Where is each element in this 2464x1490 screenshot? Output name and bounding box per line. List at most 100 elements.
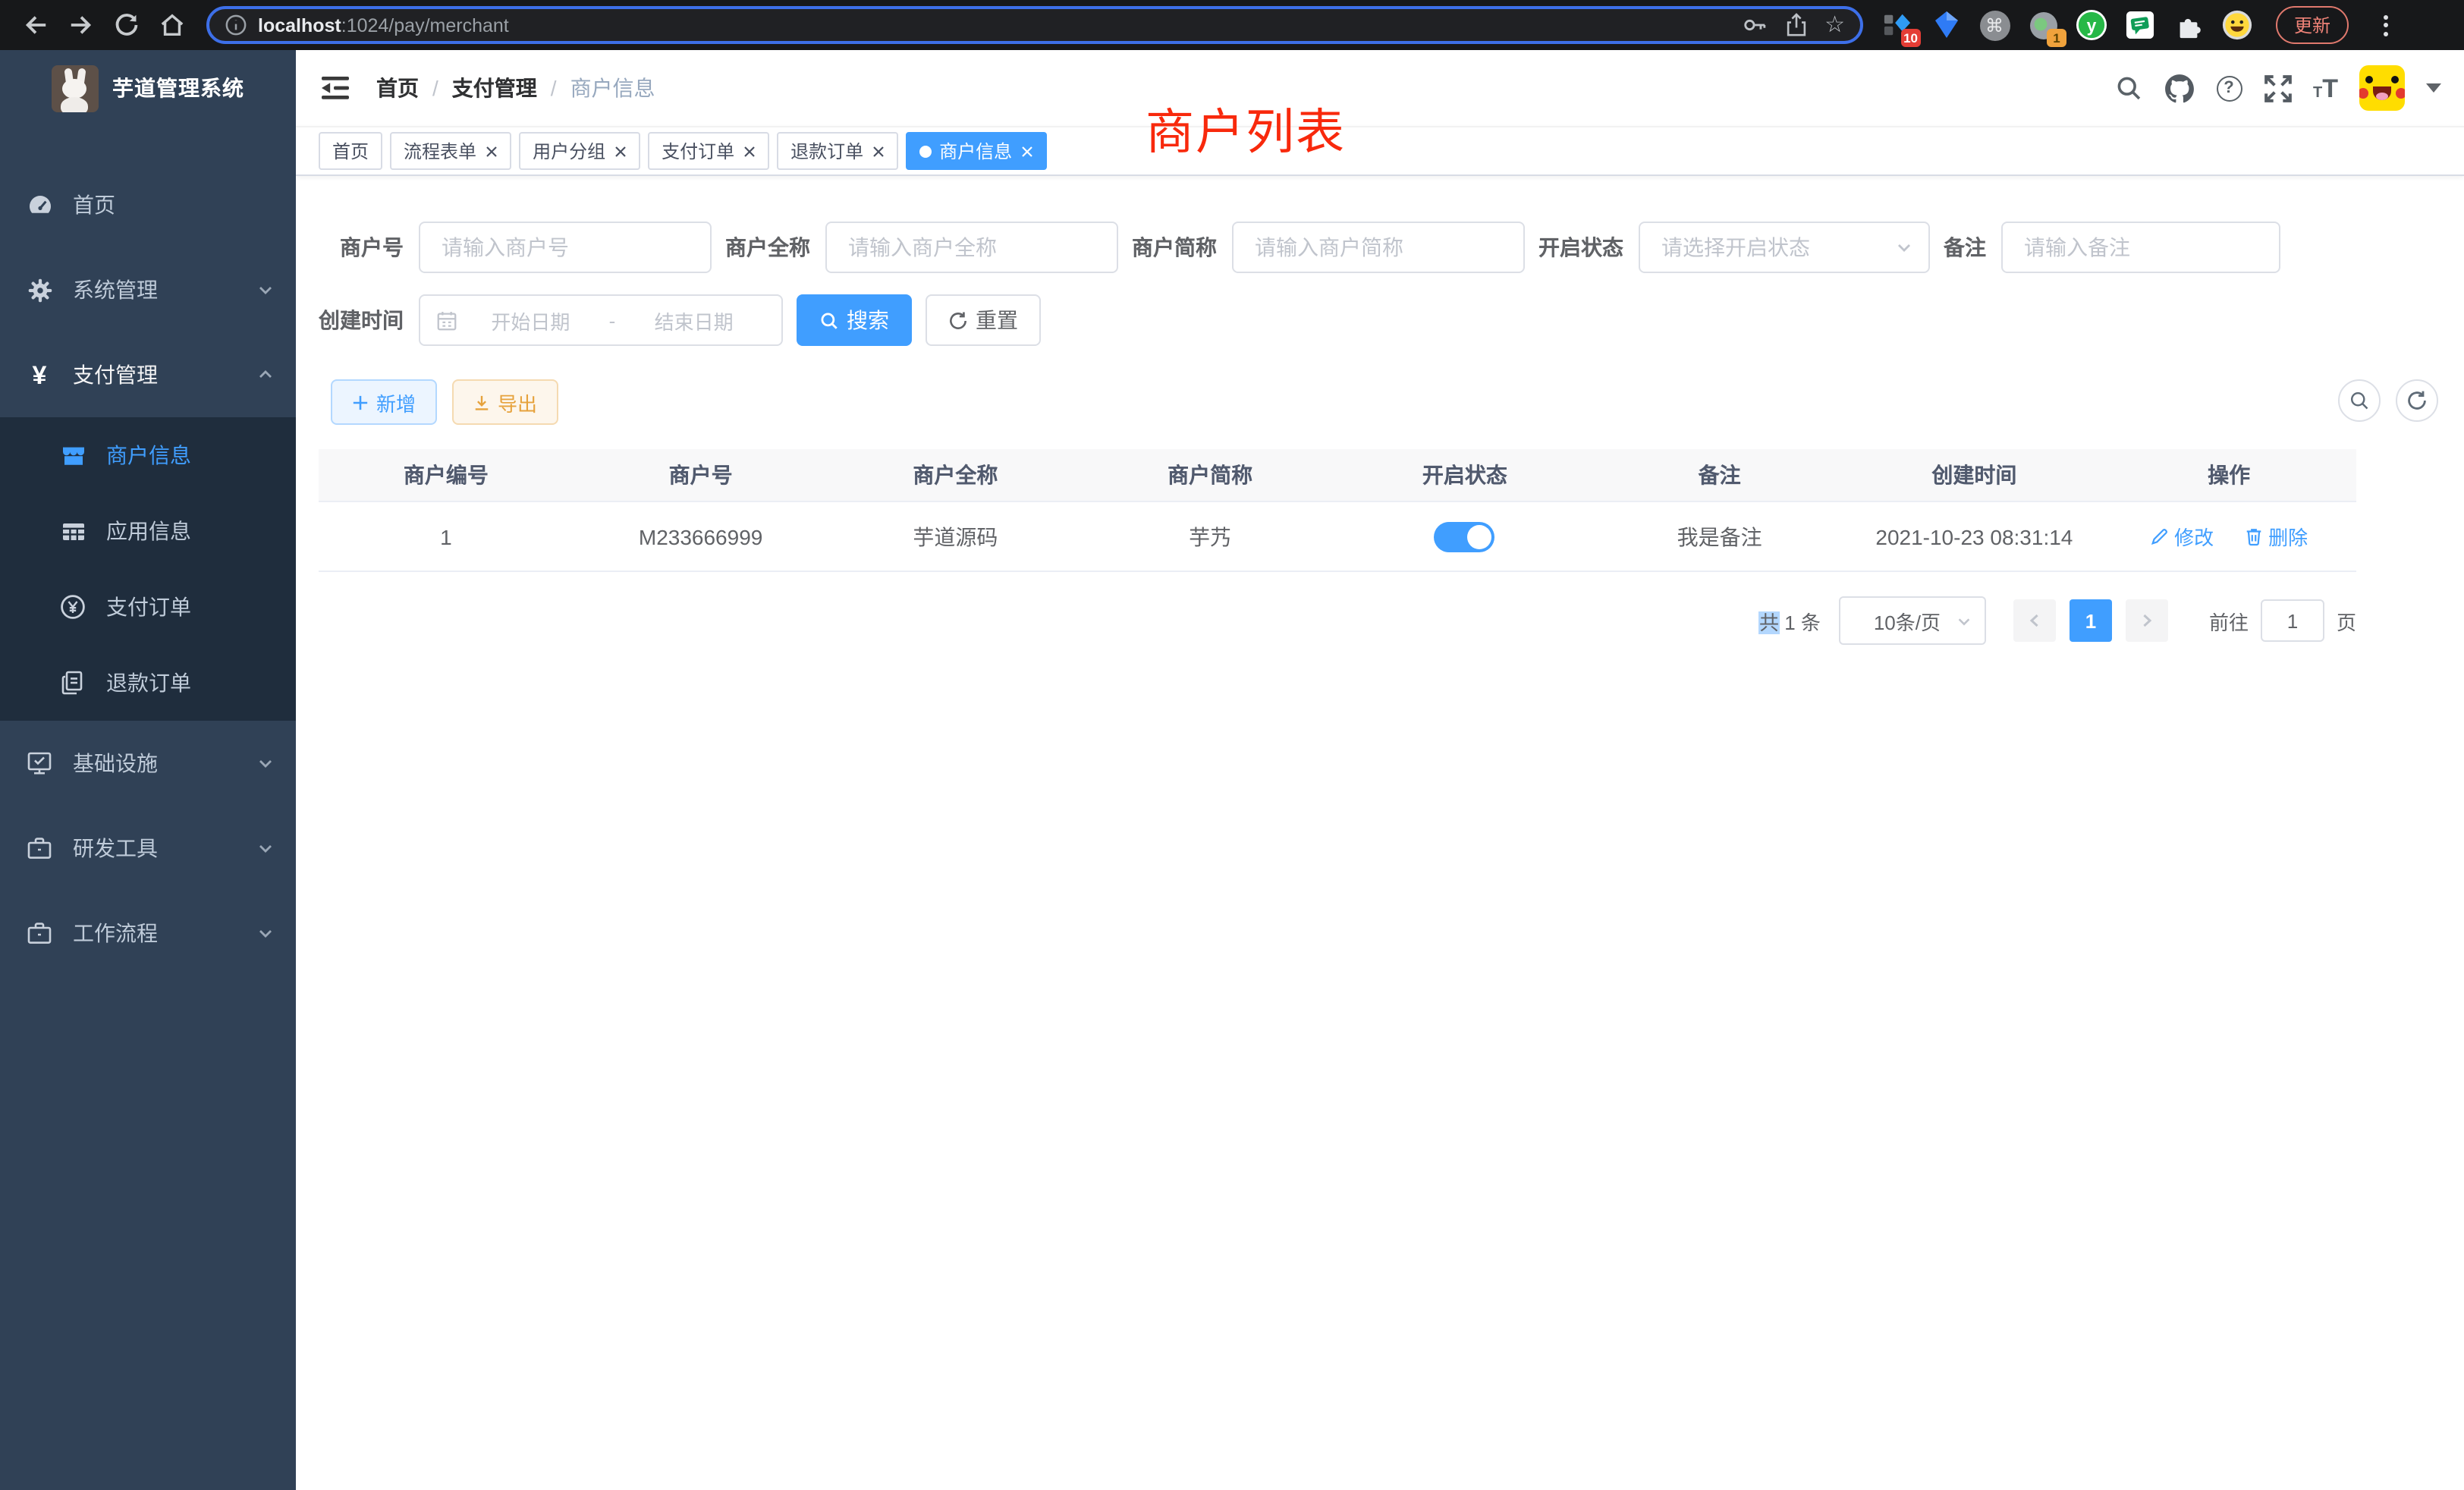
sidebar-item-pay-order[interactable]: 支付订单 (0, 569, 296, 645)
close-icon[interactable] (743, 145, 756, 157)
table-row: 1 M233666999 芋道源码 芋艿 我是备注 2021-10-23 08:… (319, 502, 2356, 572)
sidebar-item-workflow[interactable]: 工作流程 (0, 891, 296, 976)
browser-reload-button[interactable] (106, 5, 146, 45)
create-time-label: 创建时间 (319, 305, 419, 335)
edit-link[interactable]: 修改 (2150, 522, 2214, 551)
cell-merchant-no: M233666999 (574, 524, 828, 549)
merchant-no-input[interactable] (419, 222, 712, 273)
create-time-range-picker[interactable]: 开始日期 - 结束日期 (419, 294, 783, 346)
status-select[interactable]: 请选择开启状态 (1639, 222, 1930, 273)
edit-label: 修改 (2174, 522, 2214, 551)
breadcrumb-home[interactable]: 首页 (376, 73, 419, 103)
reset-button[interactable]: 重置 (926, 294, 1041, 346)
next-page-button[interactable] (2126, 599, 2168, 642)
search-button[interactable]: 搜索 (797, 294, 912, 346)
end-date-placeholder[interactable]: 结束日期 (621, 306, 766, 335)
tab-label: 用户分组 (533, 138, 605, 164)
bookmark-star-icon[interactable]: ☆ (1824, 14, 1845, 36)
export-button-label: 导出 (498, 388, 537, 417)
full-name-input[interactable] (825, 222, 1118, 273)
cell-remark: 我是备注 (1592, 521, 1847, 552)
site-info-icon[interactable] (225, 14, 247, 36)
start-date-placeholder[interactable]: 开始日期 (458, 306, 603, 335)
storefront-icon (58, 442, 88, 468)
refresh-table-button[interactable] (2396, 379, 2438, 422)
refresh-icon (948, 310, 968, 330)
sidebar-item-merchant-info[interactable]: 商户信息 (0, 417, 296, 493)
remark-input[interactable] (2001, 222, 2280, 273)
sidebar-item-payment[interactable]: ¥ 支付管理 (0, 332, 296, 417)
annotation-merchant-list: 商户列表 (1146, 106, 1346, 159)
tab-pay-order[interactable]: 支付订单 (648, 132, 769, 170)
reset-button-label: 重置 (976, 305, 1018, 335)
page-1-button[interactable]: 1 (2070, 599, 2112, 642)
browser-update-button[interactable]: 更新 (2276, 6, 2349, 44)
monitor-check-icon (24, 750, 55, 777)
breadcrumb-separator: / (432, 76, 438, 100)
status-toggle[interactable] (1435, 521, 1495, 552)
browser-home-button[interactable] (152, 5, 191, 45)
sidebar-item-app-info[interactable]: 应用信息 (0, 493, 296, 569)
app-title: 芋道管理系统 (112, 73, 244, 103)
toggle-search-button[interactable] (2338, 379, 2381, 422)
status-label: 开启状态 (1538, 232, 1639, 262)
col-status: 开启状态 (1337, 460, 1592, 490)
extension-command-icon[interactable]: ⌘ (1978, 9, 2010, 41)
font-size-icon[interactable]: TT (2313, 75, 2338, 101)
extension-recorder-icon[interactable]: 1 (2027, 9, 2059, 41)
logo-rabbit-image (52, 64, 99, 112)
goto-page-input[interactable] (2261, 599, 2324, 642)
breadcrumb-payment[interactable]: 支付管理 (452, 73, 537, 103)
sidebar-item-label: 退款订单 (106, 668, 191, 698)
sidebar-item-home[interactable]: 首页 (0, 162, 296, 247)
add-button-label: 新增 (376, 388, 416, 417)
extension-balloon-icon[interactable] (1930, 9, 1962, 41)
tab-home[interactable]: 首页 (319, 132, 382, 170)
home-icon (159, 12, 184, 38)
share-icon[interactable] (1785, 12, 1806, 38)
prev-page-button[interactable] (2013, 599, 2056, 642)
browser-menu-button[interactable] (2378, 14, 2394, 36)
delete-link[interactable]: 删除 (2244, 522, 2308, 551)
extensions-puzzle-icon[interactable] (2173, 9, 2205, 41)
password-key-icon[interactable] (1741, 12, 1767, 38)
sidebar-item-label: 基础设施 (73, 748, 158, 778)
short-name-input[interactable] (1232, 222, 1525, 273)
sidebar-item-infrastructure[interactable]: 基础设施 (0, 721, 296, 806)
extension-chat-icon[interactable] (2124, 9, 2156, 41)
col-remark: 备注 (1592, 460, 1847, 490)
close-icon[interactable] (614, 145, 627, 157)
sidebar-item-label: 应用信息 (106, 516, 191, 546)
help-icon[interactable]: ? (2216, 75, 2242, 101)
sidebar-collapse-icon[interactable] (319, 71, 352, 105)
extension-y-icon[interactable]: y (2076, 9, 2107, 41)
search-icon[interactable] (2114, 74, 2142, 102)
github-icon[interactable] (2163, 72, 2195, 104)
fullscreen-icon[interactable] (2263, 74, 2292, 102)
user-avatar[interactable] (2359, 65, 2405, 111)
close-icon[interactable] (1021, 145, 1033, 157)
extension-tabs-icon[interactable]: 10 (1881, 9, 1913, 41)
tab-process-form[interactable]: 流程表单 (390, 132, 511, 170)
cell-short-name: 芋艿 (1083, 521, 1337, 552)
caret-down-icon[interactable] (2426, 83, 2441, 93)
tab-merchant-info[interactable]: 商户信息 (906, 132, 1047, 170)
yen-circle-icon (58, 593, 88, 621)
close-icon[interactable] (486, 145, 498, 157)
browser-forward-button[interactable] (61, 5, 100, 45)
puzzle-piece-icon (2174, 11, 2203, 39)
sidebar-item-system[interactable]: 系统管理 (0, 247, 296, 332)
address-bar[interactable]: localhost:1024/pay/merchant ☆ (206, 6, 1863, 44)
app-logo[interactable]: 芋道管理系统 (0, 50, 296, 126)
tab-refund-order[interactable]: 退款订单 (777, 132, 898, 170)
browser-profile-avatar[interactable] (2221, 9, 2253, 41)
sidebar-item-refund-order[interactable]: 退款订单 (0, 645, 296, 721)
export-button[interactable]: 导出 (452, 379, 558, 425)
documents-icon (58, 669, 88, 696)
tab-user-group[interactable]: 用户分组 (519, 132, 640, 170)
sidebar-item-dev-tools[interactable]: 研发工具 (0, 806, 296, 891)
add-button[interactable]: 新增 (331, 379, 437, 425)
browser-back-button[interactable] (15, 5, 55, 45)
page-size-select[interactable]: 10条/页 (1839, 596, 1986, 645)
close-icon[interactable] (872, 145, 885, 157)
